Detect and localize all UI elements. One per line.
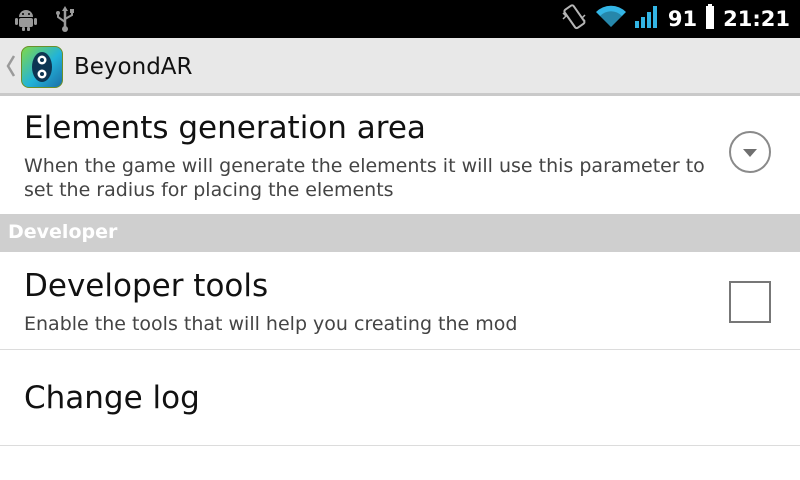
app-logo-icon[interactable] — [21, 46, 63, 88]
divider — [0, 445, 800, 446]
up-navigation-icon[interactable] — [4, 54, 18, 78]
dropdown-button[interactable] — [729, 131, 771, 173]
pref-developer-tools[interactable]: Developer tools Enable the tools that wi… — [0, 252, 800, 349]
chevron-down-icon — [743, 149, 757, 157]
status-bar: 91 21:21 — [0, 0, 800, 38]
wifi-icon — [595, 5, 626, 33]
pref-title: Elements generation area — [24, 110, 426, 146]
pref-title: Change log — [24, 380, 200, 416]
android-debug-icon — [14, 7, 38, 35]
status-bar-system: 91 21:21 — [560, 4, 790, 34]
pref-elements-generation-area[interactable]: Elements generation area When the game w… — [0, 96, 800, 214]
clock: 21:21 — [723, 7, 790, 31]
developer-tools-checkbox[interactable] — [729, 281, 771, 323]
pref-change-log[interactable]: Change log — [0, 350, 800, 445]
signal-icon — [634, 5, 660, 33]
status-bar-notifications — [14, 6, 76, 36]
vibrate-icon — [560, 3, 588, 35]
pref-summary: When the game will generate the elements… — [24, 155, 705, 201]
battery-icon — [705, 4, 715, 34]
usb-icon — [54, 6, 76, 36]
category-header-developer: Developer — [0, 214, 800, 252]
pref-title: Developer tools — [24, 268, 269, 304]
category-label: Developer — [8, 221, 118, 243]
app-title: BeyondAR — [74, 54, 193, 80]
pref-summary: Enable the tools that will help you crea… — [24, 313, 518, 335]
battery-level-text: 91 — [667, 7, 698, 31]
action-bar: BeyondAR — [0, 38, 800, 96]
